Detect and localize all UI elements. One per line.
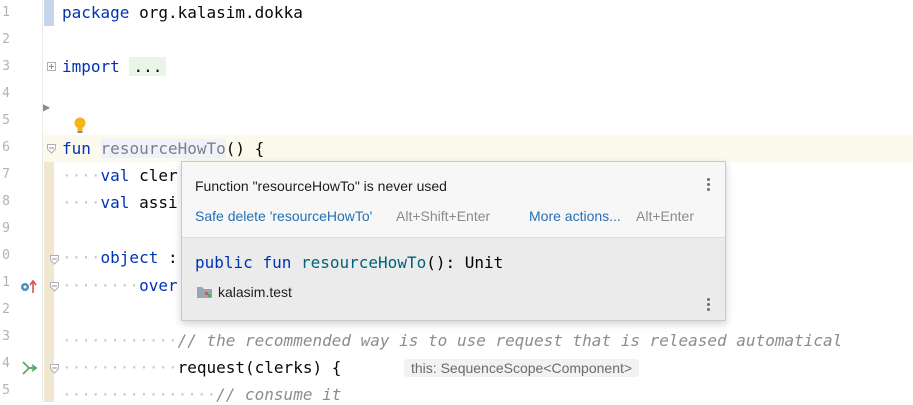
unused-function-name[interactable]: resourceHowTo xyxy=(100,139,226,158)
line-number: 2 xyxy=(2,302,10,317)
fold-expanded-icon[interactable] xyxy=(50,255,59,265)
popup-message-area xyxy=(182,162,725,237)
code-comment: // the recommended way is to use request… xyxy=(177,331,843,350)
more-actions-link[interactable]: More actions... xyxy=(529,208,621,224)
vcs-change-marker[interactable] xyxy=(44,0,54,26)
fun-params: () { xyxy=(225,139,265,158)
line-number: 1 xyxy=(2,5,10,20)
object-rest: : xyxy=(158,248,178,267)
keyword: object xyxy=(100,248,159,267)
code-line-request[interactable]: ············request(clerks) { xyxy=(62,358,341,378)
keyword: fun xyxy=(62,139,91,158)
line-number: 7 xyxy=(2,167,10,182)
line-number: 3 xyxy=(2,59,10,74)
line-number: 9 xyxy=(2,221,10,236)
code-line-consume[interactable]: ················// consume it xyxy=(62,385,341,405)
safe-delete-action[interactable]: Safe delete 'resourceHowTo' xyxy=(195,208,372,224)
code-line-override[interactable]: ········over xyxy=(62,276,178,296)
code-line-comment[interactable]: ············// the recommended way is to… xyxy=(62,331,842,351)
module-name: kalasim.test xyxy=(218,284,292,300)
code-line-val[interactable]: ····val assi xyxy=(62,193,178,213)
gutter-divider xyxy=(42,0,43,402)
inspection-popup[interactable]: Function "resourceHowTo" is never used S… xyxy=(181,161,726,321)
code-line-fun[interactable]: fun resourceHowTo() { xyxy=(62,139,264,159)
lightbulb-icon[interactable] xyxy=(73,117,87,135)
popup-menu-icon[interactable] xyxy=(707,178,711,193)
line-number: 5 xyxy=(2,383,10,398)
fold-expanded-icon[interactable] xyxy=(47,144,56,154)
inspection-message: Function "resourceHowTo" is never used xyxy=(195,178,447,194)
line-number: 4 xyxy=(2,86,10,101)
expand-arrow-icon[interactable]: ▶ xyxy=(43,100,50,114)
fold-expanded-icon[interactable] xyxy=(50,364,59,374)
fold-expanded-icon[interactable] xyxy=(50,282,59,292)
inlay-type-hint[interactable]: this: SequenceScope<Component> xyxy=(404,359,640,377)
line-number: 5 xyxy=(2,113,10,128)
override-marker-icon[interactable] xyxy=(20,279,40,295)
line-number: 8 xyxy=(2,194,10,209)
keyword: package xyxy=(62,3,130,22)
line-number: 1 xyxy=(2,275,10,290)
module-folder-icon xyxy=(197,287,212,298)
keyword: val xyxy=(100,193,130,212)
code-line-val[interactable]: ····val cler xyxy=(62,166,178,186)
suspend-call-icon[interactable] xyxy=(20,360,38,376)
popup-doc-menu-icon[interactable] xyxy=(707,298,711,313)
val-name: assi xyxy=(129,193,178,212)
keyword: import xyxy=(62,57,120,76)
line-number: 0 xyxy=(2,248,10,263)
folded-imports[interactable]: ... xyxy=(129,57,167,76)
package-name: org.kalasim.dokka xyxy=(129,3,303,22)
keyword: val xyxy=(100,166,130,185)
code-line-import[interactable]: import ... xyxy=(62,57,167,77)
fold-collapsed-icon[interactable] xyxy=(47,62,56,72)
safe-delete-shortcut: Alt+Shift+Enter xyxy=(396,208,491,224)
more-actions-shortcut: Alt+Enter xyxy=(636,208,694,224)
line-number: 2 xyxy=(2,32,10,47)
popup-documentation-area xyxy=(182,238,725,320)
code-comment: // consume it xyxy=(216,385,342,404)
val-name: cler xyxy=(129,166,178,185)
line-number: 4 xyxy=(2,356,10,371)
line-number: 3 xyxy=(2,329,10,344)
function-signature: public fun resourceHowTo(): Unit xyxy=(195,253,504,272)
code-line-package[interactable]: package org.kalasim.dokka xyxy=(62,3,303,23)
keyword: over xyxy=(139,276,178,295)
code-line-object[interactable]: ····object : xyxy=(62,248,178,268)
line-number: 6 xyxy=(2,140,10,155)
request-call: request(clerks) { xyxy=(177,358,342,377)
